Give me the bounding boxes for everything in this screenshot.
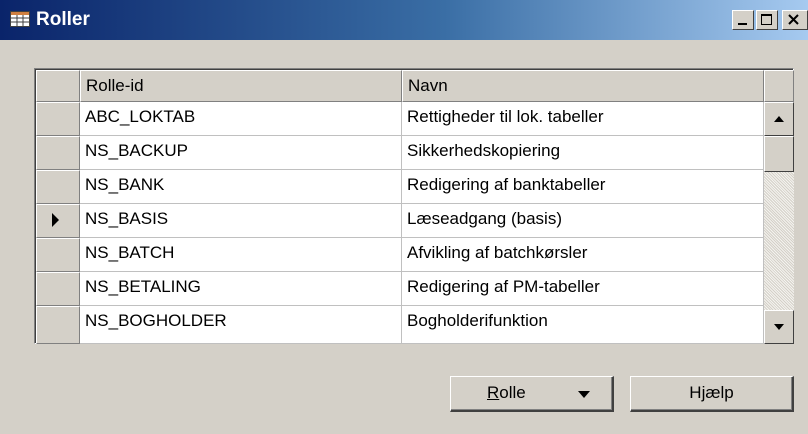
cell-rolle-id[interactable]: NS_BANK bbox=[80, 170, 402, 204]
rolle-button-label: Rolle bbox=[487, 383, 526, 402]
cell-rolle-id[interactable]: NS_BETALING bbox=[80, 272, 402, 306]
row-selector[interactable] bbox=[36, 136, 80, 170]
scroll-down-button[interactable] bbox=[764, 310, 794, 344]
row-selector[interactable] bbox=[36, 238, 80, 272]
arrow-up-icon bbox=[774, 116, 784, 122]
table-icon bbox=[10, 11, 30, 27]
close-icon bbox=[788, 14, 799, 25]
cell-rolle-id[interactable]: ABC_LOKTAB bbox=[80, 102, 402, 136]
window-title: Roller bbox=[36, 9, 90, 30]
row-selector[interactable] bbox=[36, 170, 80, 204]
dropdown-arrow-icon bbox=[578, 391, 590, 398]
vertical-scrollbar[interactable] bbox=[764, 102, 794, 344]
cell-rolle-id[interactable]: NS_BACKUP bbox=[80, 136, 402, 170]
row-selector[interactable] bbox=[36, 102, 80, 136]
cell-navn[interactable]: Sikkerhedskopiering bbox=[402, 136, 764, 170]
cell-navn[interactable]: Afvikling af batchkørsler bbox=[402, 238, 764, 272]
rolle-menu-button[interactable]: Rolle bbox=[450, 376, 614, 412]
arrow-down-icon bbox=[774, 324, 784, 330]
cell-navn[interactable]: Bogholderifunktion bbox=[402, 306, 764, 344]
help-button[interactable]: Hjælp bbox=[630, 376, 794, 412]
minimize-button[interactable] bbox=[732, 10, 754, 30]
cell-navn[interactable]: Redigering af PM-tabeller bbox=[402, 272, 764, 306]
header-corner bbox=[764, 70, 794, 102]
maximize-button[interactable] bbox=[756, 10, 778, 30]
cell-rolle-id[interactable]: NS_BASIS bbox=[80, 204, 402, 238]
scroll-thumb[interactable] bbox=[764, 136, 794, 172]
select-all-corner[interactable] bbox=[36, 70, 80, 102]
cell-navn[interactable]: Læseadgang (basis) bbox=[402, 204, 764, 238]
cell-rolle-id[interactable]: NS_BOGHOLDER bbox=[80, 306, 402, 344]
row-selector[interactable] bbox=[36, 306, 80, 344]
roles-grid: Rolle-id Navn ABC_LOKTAB Rettigheder til… bbox=[34, 68, 794, 344]
maximize-icon bbox=[761, 14, 772, 25]
minimize-icon bbox=[738, 23, 747, 25]
row-selector-current[interactable] bbox=[36, 204, 80, 238]
help-button-label: Hjælp bbox=[689, 383, 734, 402]
scroll-up-button[interactable] bbox=[764, 102, 794, 136]
current-row-arrow-icon bbox=[52, 213, 59, 227]
roller-window: Roller Rolle-id Navn ABC_LOKTAB Rettighe… bbox=[0, 0, 808, 434]
cell-navn[interactable]: Redigering af banktabeller bbox=[402, 170, 764, 204]
cell-navn[interactable]: Rettigheder til lok. tabeller bbox=[402, 102, 764, 136]
column-header-navn[interactable]: Navn bbox=[402, 70, 764, 102]
cell-rolle-id[interactable]: NS_BATCH bbox=[80, 238, 402, 272]
column-header-rolle-id[interactable]: Rolle-id bbox=[80, 70, 402, 102]
close-button[interactable] bbox=[782, 10, 808, 30]
title-bar[interactable]: Roller bbox=[0, 0, 808, 40]
row-selector[interactable] bbox=[36, 272, 80, 306]
